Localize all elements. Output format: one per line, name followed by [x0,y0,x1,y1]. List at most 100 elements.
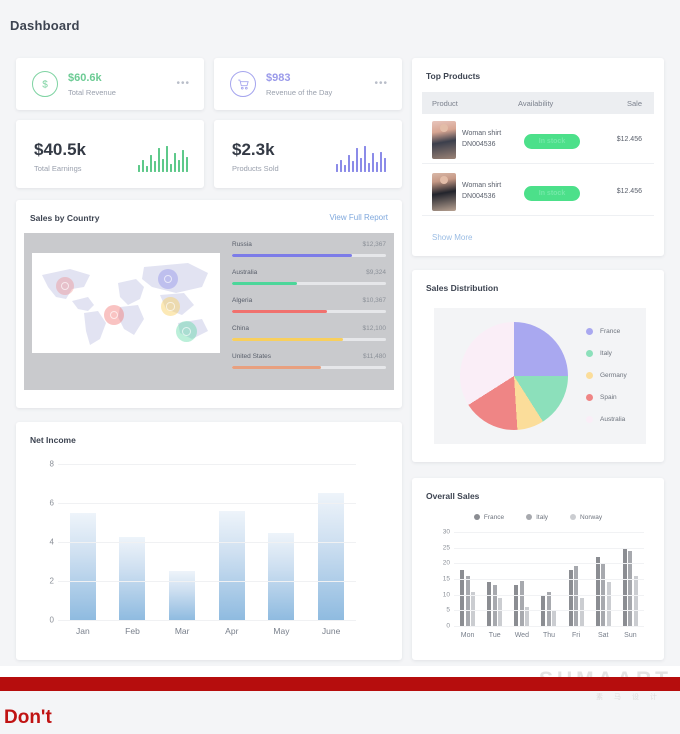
sales-by-country-panel: Sales by Country View Full Report Russia… [16,200,402,408]
bar [471,591,476,626]
gridline [454,563,644,565]
bar [552,610,557,626]
show-more-link[interactable]: Show More [432,233,472,242]
legend-item[interactable]: France [473,514,504,521]
x-axis-label: May [273,626,290,636]
stat-card-total-revenue[interactable]: $ $60.6k Total Revenue ••• [16,58,204,110]
watermark-subtitle: 素马设计 [596,694,668,701]
legend-item[interactable]: Italy [526,514,548,521]
sparkline-bar [371,152,374,172]
country-name: United States [232,353,272,360]
country-name: Russia [232,241,252,248]
product-name: Woman shirt [462,130,502,137]
country-progress-fill [232,338,343,341]
bar [519,580,524,626]
country-progress-track [232,366,386,369]
column-header-sale: Sale [626,98,642,108]
column-header-availability: Availability [518,98,554,108]
stat-value: $40.5k [34,140,86,159]
product-sku: DN004536 [462,140,496,148]
bar [465,575,470,626]
legend-color-swatch [586,349,593,357]
gridline [454,626,644,627]
sparkline-bar [383,158,386,172]
stat-card-products-sold[interactable]: $2.3k Products Sold [214,120,402,188]
dashboard-page: Dashboard $ $60.6k Total Revenue ••• $98… [0,0,680,734]
sparkline-bar [339,159,342,172]
country-bars-list: Russia $12,367 Australia $9,324 Algeria $10,3… [232,241,386,381]
sparkline-bar [153,161,156,172]
x-axis-label: Wed [514,632,529,639]
y-axis-tick: 15 [442,575,450,583]
legend-color-swatch [586,415,593,423]
legend-label: Australia [600,415,626,423]
table-row[interactable]: Woman shirt DN004536 In stock $12.456 [422,116,654,164]
bar-group [622,547,638,626]
product-name: Woman shirt [462,182,502,189]
sparkline-bar [335,164,338,172]
bar [579,597,584,626]
legend-label: Italy [536,513,549,521]
sparkline-bar [185,156,188,172]
y-axis-tick: 0 [49,615,54,625]
bar [622,547,627,626]
card-menu-icon[interactable]: ••• [176,79,190,89]
x-axis-label: Apr [225,626,239,636]
x-axis-label: Tue [488,632,501,639]
legend-item: Spain [586,386,627,408]
country-row: Russia $12,367 [232,241,386,269]
x-axis-label: Jan [75,626,90,636]
view-full-report-link[interactable]: View Full Report [329,213,388,222]
overall-sales-legend: France Italy Norway [412,510,664,524]
panel-title: Top Products [426,71,481,81]
gridline [58,503,356,504]
y-axis-tick: 25 [442,544,450,552]
card-menu-icon[interactable]: ••• [374,79,388,89]
y-axis-tick: 6 [49,498,54,508]
legend-item: Italy [586,342,627,364]
stat-card-revenue-of-the-day[interactable]: $983 Revenue of the Day ••• [214,58,402,110]
sparkline-bar [145,166,148,172]
x-axis-label: June [321,626,341,636]
country-amount: $9,324 [366,269,386,276]
gridline [58,542,356,543]
y-axis-tick: 10 [442,591,450,599]
bar [169,571,196,620]
legend-item[interactable]: Norway [570,514,602,521]
net-income-chart: 0 2 4 6 8 [50,460,356,625]
gridline [454,594,644,596]
panel-title: Net Income [30,435,76,445]
country-name: Australia [232,269,258,276]
country-amount: $11,480 [362,353,386,360]
country-amount: $12,100 [362,325,387,332]
gridline [58,464,356,465]
bar [514,585,519,626]
stat-label: Total Earnings [34,164,82,173]
bar-group [514,580,530,626]
x-axis-label: Sat [598,632,609,639]
stat-card-total-earnings[interactable]: $40.5k Total Earnings [16,120,204,188]
table-header: Product Availability Sale [422,92,654,114]
overall-sales-panel: Overall Sales France Italy Norway 0 5 10 15 20… [412,478,664,660]
x-axis-label: Mon [460,632,475,639]
top-products-panel: Top Products Product Availability Sale W… [412,58,664,256]
product-sale: $12.456 [616,188,642,195]
table-row[interactable]: Woman shirt DN004536 In stock $12.456 [422,168,654,216]
world-map [32,253,220,353]
bar [487,582,492,626]
bar [492,585,497,626]
gridline [454,579,644,580]
sparkline-bar [355,148,358,172]
net-income-panel: Net Income 0 2 4 6 8 Jan Feb Mar Apr May June [16,422,402,660]
product-sku: DN004536 [462,192,496,200]
sparkline-bar [161,159,164,172]
legend-color-swatch [586,327,593,335]
legend-color-swatch [473,514,480,520]
svg-text:$: $ [42,80,48,91]
bar [546,591,551,626]
country-progress-fill [232,282,297,285]
sales-distribution-panel: Sales Distribution France Italy Germany Spa… [412,270,664,462]
legend-color-swatch [586,371,593,379]
sparkline-chart-earnings [137,146,188,172]
legend-label: Norway [580,513,603,521]
